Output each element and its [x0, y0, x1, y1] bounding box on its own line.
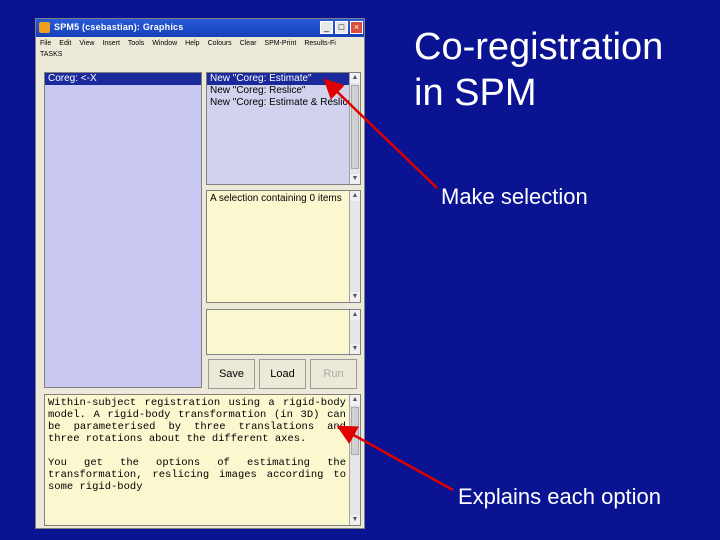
- arrow-to-options: [323, 78, 438, 189]
- callout-arrows: [323, 78, 454, 492]
- arrow-to-help: [336, 425, 454, 492]
